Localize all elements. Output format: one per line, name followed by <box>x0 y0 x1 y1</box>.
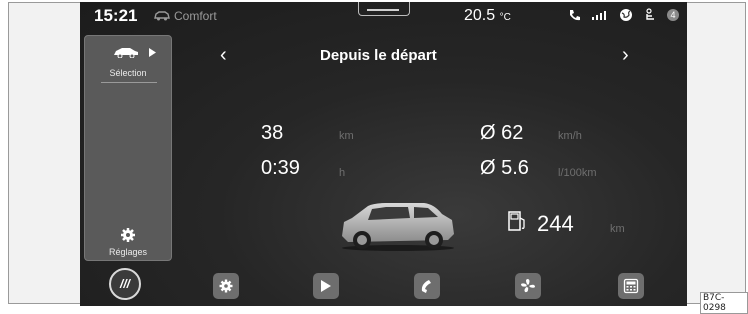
play-small-icon <box>149 48 156 57</box>
signal-strength-icon <box>592 11 606 20</box>
temperature-value: 20.5 <box>464 7 496 24</box>
bottom-dock: /// <box>80 264 687 306</box>
media-button[interactable] <box>313 273 339 299</box>
side-panel: Sélection Réglages <box>84 35 172 261</box>
avg-speed-value: Ø 62 <box>480 122 524 144</box>
car-selection-icon[interactable] <box>113 47 139 58</box>
car-illustration <box>342 203 454 251</box>
clock: 15:21 <box>94 6 138 25</box>
status-bar: 15:21 Comfort 20.5 °C 4 <box>80 2 687 28</box>
fan-icon <box>521 279 535 293</box>
gear-icon <box>219 279 233 293</box>
page-title: Depuis le départ <box>320 47 437 64</box>
selection-label[interactable]: Sélection <box>85 68 171 78</box>
globe-icon <box>620 9 632 21</box>
settings-label[interactable]: Réglages <box>85 247 171 257</box>
home-label: /// <box>119 277 130 291</box>
keypad-icon <box>623 278 639 294</box>
range-value: 244 <box>537 211 574 236</box>
handle-grip-icon <box>367 9 399 11</box>
duration-value: 0:39 <box>261 157 300 179</box>
figure-reference: B7C-0298 <box>700 292 748 314</box>
settings-gear-icon[interactable] <box>120 227 136 243</box>
fuel-pump-icon <box>508 211 525 231</box>
infotainment-screen: 15:21 Comfort 20.5 °C 4 Sélection Réglag… <box>80 2 687 306</box>
app-connect-button[interactable] <box>618 273 644 299</box>
avg-speed-unit: km/h <box>558 130 582 142</box>
drive-mode-label[interactable]: Comfort <box>174 9 217 23</box>
car-icon <box>154 11 170 21</box>
chevron-right-icon[interactable]: › <box>622 44 629 67</box>
avg-consumption-unit: l/100km <box>558 167 597 179</box>
duration-unit: h <box>339 167 346 179</box>
climate-button[interactable] <box>515 273 541 299</box>
temperature-unit: °C <box>499 12 511 23</box>
divider <box>101 82 157 83</box>
settings-button[interactable] <box>213 273 239 299</box>
status-icons: 4 <box>568 8 679 22</box>
phone-handset-icon <box>421 280 431 293</box>
range-unit: km <box>610 223 625 235</box>
distance-value: 38 <box>261 122 284 144</box>
notification-badge[interactable]: 4 <box>667 9 679 21</box>
avg-consumption-value: Ø 5.6 <box>480 157 529 179</box>
phone-icon <box>570 9 580 20</box>
home-button[interactable]: /// <box>109 268 141 300</box>
play-icon <box>321 280 331 292</box>
phone-button[interactable] <box>414 273 440 299</box>
chevron-left-icon[interactable]: ‹ <box>220 44 227 67</box>
distance-unit: km <box>339 130 354 142</box>
outside-temperature: 20.5 °C <box>464 7 511 25</box>
seat-heating-icon <box>646 8 654 20</box>
